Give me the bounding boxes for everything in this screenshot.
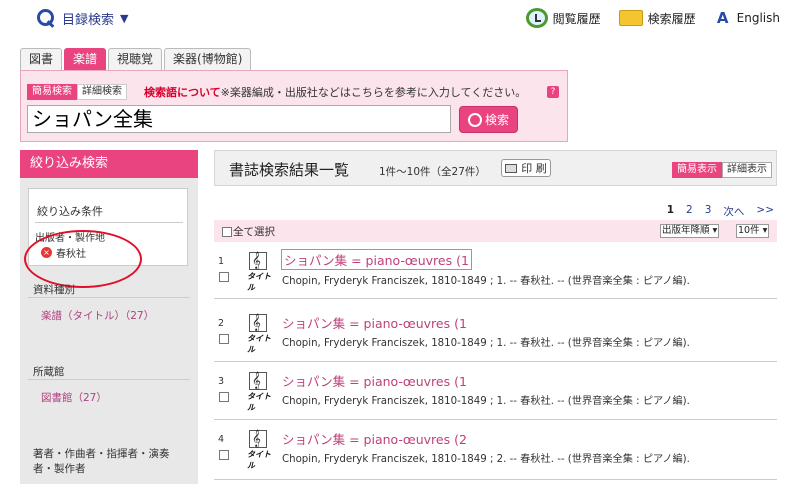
print-label: 印 刷 bbox=[521, 162, 547, 175]
facet-title-authors-line2: 者・製作者 bbox=[33, 463, 86, 475]
top-bar: 目録検索 ▼ 閲覧履歴 検索履歴 A English bbox=[0, 0, 800, 38]
facet-title-material-type: 資料種別 bbox=[33, 284, 75, 296]
result-checkbox[interactable] bbox=[219, 450, 229, 460]
facet-title-authors: 著者・作曲者・指揮者・演奏 bbox=[33, 448, 170, 460]
catalog-search-label: 目録検索 bbox=[62, 12, 115, 28]
pagination: 1 2 3 次へ >> bbox=[667, 204, 774, 219]
icon-caption: タイトル bbox=[247, 392, 271, 412]
detailed-view-button[interactable]: 詳細表示 bbox=[722, 162, 772, 178]
divider bbox=[28, 297, 190, 298]
print-button[interactable]: 印 刷 bbox=[501, 159, 551, 177]
search-icon bbox=[36, 8, 56, 28]
result-description: Chopin, Fryderyk Franciszek, 1810-1849 ;… bbox=[282, 396, 690, 407]
results-count: 1件～10件（全27件） bbox=[379, 166, 486, 178]
search-note: 検索語について※楽器編成・出版社などはこちらを参考に入力してください。 bbox=[144, 84, 526, 100]
folder-icon bbox=[618, 10, 643, 26]
icon-caption: タイトル bbox=[247, 334, 271, 354]
divider bbox=[35, 222, 183, 223]
history-icon bbox=[525, 8, 548, 28]
catalog-search-menu[interactable]: 目録検索 ▼ bbox=[36, 8, 128, 28]
search-icon bbox=[467, 112, 482, 127]
result-checkbox[interactable] bbox=[219, 334, 229, 344]
result-number: 2 bbox=[218, 318, 225, 329]
search-button-label: 検索 bbox=[484, 113, 509, 127]
result-number: 4 bbox=[218, 434, 225, 445]
browse-history-link[interactable]: 閲覧履歴 bbox=[525, 8, 601, 28]
result-checkbox[interactable] bbox=[219, 392, 229, 402]
result-row: 1 タイトル ショパン集 = piano-œuvres (1 Chopin, F… bbox=[214, 246, 777, 299]
icon-caption: タイトル bbox=[247, 450, 271, 470]
results-header: 書誌検索結果一覧 1件～10件（全27件） 印 刷 簡易表示 詳細表示 bbox=[214, 150, 777, 186]
search-panel: 簡易検索 詳細検索 検索語について※楽器編成・出版社などはこちらを参考に入力して… bbox=[20, 70, 568, 142]
result-checkbox[interactable] bbox=[219, 272, 229, 282]
result-row: 4 タイトル ショパン集 = piano-œuvres (2 Chopin, F… bbox=[214, 424, 777, 480]
per-page-select[interactable]: 10件 ▾ bbox=[736, 224, 770, 238]
result-row: 2 タイトル ショパン集 = piano-œuvres (1 Chopin, F… bbox=[214, 308, 777, 362]
result-title-link[interactable]: ショパン集 = piano-œuvres (1 bbox=[282, 371, 467, 390]
select-all-label: 全て選択 bbox=[233, 226, 275, 238]
search-history-label: 検索履歴 bbox=[647, 11, 696, 26]
tab-instruments[interactable]: 楽器(博物館) bbox=[164, 48, 252, 70]
annotation-circle bbox=[24, 230, 142, 288]
result-title-link[interactable]: ショパン集 = piano-œuvres (2 bbox=[282, 429, 467, 448]
sort-value: 出版年降順 bbox=[662, 225, 710, 236]
result-title-link[interactable]: ショパン集 = piano-œuvres (1 bbox=[281, 249, 472, 270]
select-all-checkbox[interactable] bbox=[222, 226, 232, 237]
search-history-link[interactable]: 検索履歴 bbox=[618, 8, 696, 28]
select-bar: 全て選択 出版年降順 ▾ 10件 ▾ bbox=[214, 220, 777, 242]
search-button[interactable]: 検索 bbox=[459, 106, 518, 133]
chevron-down-icon: ▼ bbox=[120, 11, 129, 25]
help-icon[interactable]: ? bbox=[547, 86, 559, 98]
tab-audiovisual[interactable]: 視聴覚 bbox=[108, 48, 163, 70]
result-number: 1 bbox=[218, 256, 225, 267]
filter-heading: 絞り込み検索 bbox=[20, 150, 198, 178]
select-all[interactable]: 全て選択 bbox=[222, 224, 275, 239]
per-page-value: 10件 bbox=[738, 225, 760, 236]
result-row: 3 タイトル ショパン集 = piano-œuvres (1 Chopin, F… bbox=[214, 366, 777, 420]
result-number: 3 bbox=[218, 376, 225, 387]
printer-icon bbox=[505, 163, 518, 173]
score-title-icon: タイトル bbox=[247, 371, 273, 412]
page-link-2[interactable]: 2 bbox=[686, 204, 693, 219]
tab-scores[interactable]: 楽譜 bbox=[64, 48, 107, 70]
divider bbox=[28, 379, 190, 380]
result-title-link[interactable]: ショパン集 = piano-œuvres (1 bbox=[282, 313, 467, 332]
language-icon: A bbox=[716, 9, 729, 27]
tab-books[interactable]: 図書 bbox=[20, 48, 63, 70]
search-note-text: ※楽器編成・出版社などはこちらを参考に入力してください。 bbox=[220, 86, 527, 99]
next-page-link[interactable]: 次へ bbox=[723, 204, 744, 219]
score-title-icon: タイトル bbox=[247, 313, 273, 354]
search-input[interactable]: ショパン全集 bbox=[27, 105, 451, 133]
result-description: Chopin, Fryderyk Franciszek, 1810-1849 ;… bbox=[282, 454, 690, 465]
material-tabs: 図書 楽譜 視聴覚 楽器(博物館) bbox=[20, 48, 252, 70]
facet-link-scores[interactable]: 楽譜（タイトル）（27） bbox=[41, 308, 154, 323]
filter-sidebar: 絞り込み検索 絞り込み条件 出版者・製作地 × 春秋社 資料種別 楽譜（タイトル… bbox=[20, 150, 198, 484]
facet-link-library[interactable]: 図書館（27） bbox=[41, 390, 107, 405]
result-description: Chopin, Fryderyk Franciszek, 1810-1849 ;… bbox=[282, 338, 690, 349]
page-link-3[interactable]: 3 bbox=[705, 204, 712, 219]
filter-conditions-title: 絞り込み条件 bbox=[37, 205, 103, 218]
result-description: Chopin, Fryderyk Franciszek, 1810-1849 ;… bbox=[282, 276, 690, 287]
simple-search-button[interactable]: 簡易検索 bbox=[27, 84, 77, 100]
sort-select[interactable]: 出版年降順 ▾ bbox=[660, 224, 720, 238]
icon-caption: タイトル bbox=[247, 272, 271, 292]
page-current: 1 bbox=[666, 204, 675, 216]
english-label: English bbox=[736, 11, 780, 25]
search-terms-link[interactable]: 検索語について bbox=[144, 86, 221, 99]
simple-view-button[interactable]: 簡易表示 bbox=[672, 162, 722, 178]
advanced-search-button[interactable]: 詳細検索 bbox=[77, 84, 127, 100]
score-title-icon: タイトル bbox=[247, 251, 273, 292]
last-page-link[interactable]: >> bbox=[756, 204, 774, 219]
facet-title-holding-library: 所蔵館 bbox=[33, 366, 65, 378]
english-link[interactable]: A English bbox=[714, 8, 780, 28]
score-title-icon: タイトル bbox=[247, 429, 273, 470]
results-title: 書誌検索結果一覧 bbox=[229, 161, 350, 179]
browse-history-label: 閲覧履歴 bbox=[552, 11, 601, 26]
